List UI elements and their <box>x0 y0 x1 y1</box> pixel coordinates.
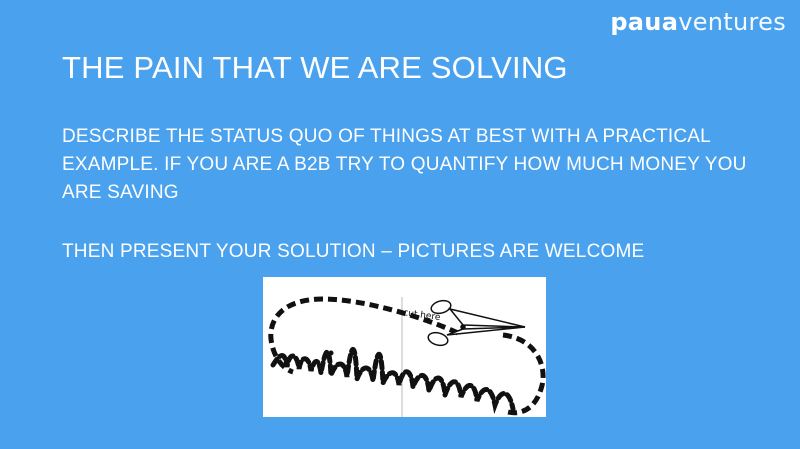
slide-title: THE PAIN THAT WE ARE SOLVING <box>62 50 568 85</box>
scissors-icon <box>427 299 526 347</box>
logo-part-ventures: ventures <box>678 8 786 36</box>
letter-dot <box>328 350 334 356</box>
pauaventures-logo: pauaventures <box>610 8 786 36</box>
body-paragraph-status-quo: DESCRIBE THE STATUS QUO OF THINGS AT BES… <box>62 126 747 203</box>
middleman-illustration: cut here <box>263 277 546 417</box>
cut-here-label: cut here <box>403 308 442 323</box>
body-paragraph-solution: THEN PRESENT YOUR SOLUTION – PICTURES AR… <box>62 241 645 262</box>
cut-middleman-drawing: cut here <box>268 296 546 417</box>
logo-part-paua: paua <box>610 8 679 36</box>
slide: pauaventures THE PAIN THAT WE ARE SOLVIN… <box>0 0 800 449</box>
middleman-cursive-word <box>270 347 516 415</box>
